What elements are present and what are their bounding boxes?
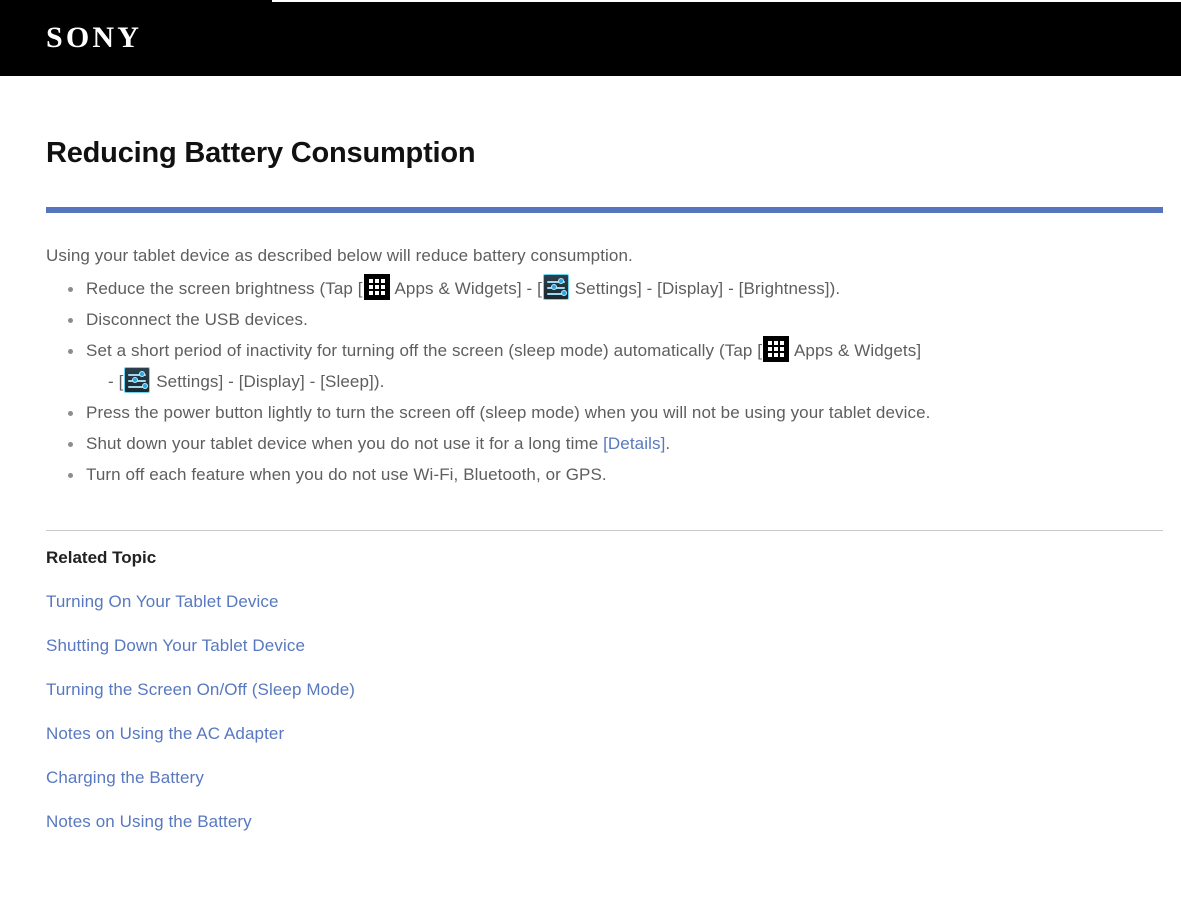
- tip-text: Turn off each feature when you do not us…: [86, 465, 607, 484]
- list-item: Turning On Your Tablet Device: [46, 569, 1135, 613]
- page-content: Reducing Battery Consumption Using your …: [0, 76, 1181, 833]
- site-header: SONY: [0, 0, 1181, 76]
- list-item: Notes on Using the Battery: [46, 789, 1135, 833]
- tip-text: Set a short period of inactivity for tur…: [86, 341, 763, 360]
- tip-text: Apps & Widgets] - [: [390, 279, 542, 298]
- top-hairline: [272, 0, 1181, 2]
- related-link-charging-battery[interactable]: Charging the Battery: [46, 768, 204, 787]
- tip-text: Shut down your tablet device when you do…: [86, 434, 604, 453]
- tip-text: .: [665, 434, 671, 453]
- tip-text: Settings] - [Display] - [Sleep]).: [151, 372, 385, 391]
- tips-list: Reduce the screen brightness (Tap [ Apps…: [46, 273, 1135, 490]
- tip-text-continuation: - [ Settings] - [Display] - [Sleep]).: [86, 366, 1135, 397]
- list-item: Reduce the screen brightness (Tap [ Apps…: [46, 273, 1135, 304]
- list-item: Press the power button lightly to turn t…: [46, 397, 1135, 428]
- list-item: Turning the Screen On/Off (Sleep Mode): [46, 657, 1135, 701]
- tip-text: Disconnect the USB devices.: [86, 310, 308, 329]
- related-topic-heading: Related Topic: [46, 548, 157, 567]
- related-link-ac-adapter[interactable]: Notes on Using the AC Adapter: [46, 724, 284, 743]
- intro-paragraph: Using your tablet device as described be…: [46, 246, 633, 265]
- sony-logo[interactable]: SONY: [46, 22, 142, 54]
- related-link-turning-on[interactable]: Turning On Your Tablet Device: [46, 592, 279, 611]
- settings-sliders-icon[interactable]: [542, 274, 569, 300]
- details-link[interactable]: [Details]: [603, 434, 665, 453]
- related-link-screen-on-off[interactable]: Turning the Screen On/Off (Sleep Mode): [46, 680, 355, 699]
- list-item: Notes on Using the AC Adapter: [46, 701, 1135, 745]
- tip-text: Apps & Widgets]: [790, 341, 922, 360]
- apps-grid-icon[interactable]: [363, 274, 390, 300]
- tip-text: - [: [108, 372, 124, 391]
- list-item: Disconnect the USB devices.: [46, 304, 1135, 335]
- tip-text: Settings] - [Display] - [Brightness]).: [569, 279, 841, 298]
- list-item: Set a short period of inactivity for tur…: [46, 335, 1135, 397]
- tip-text: Reduce the screen brightness (Tap [: [86, 279, 363, 298]
- page-title: Reducing Battery Consumption: [46, 137, 476, 169]
- related-link-notes-battery[interactable]: Notes on Using the Battery: [46, 812, 252, 831]
- list-item: Shutting Down Your Tablet Device: [46, 613, 1135, 657]
- settings-sliders-icon[interactable]: [124, 367, 151, 393]
- list-item: Charging the Battery: [46, 745, 1135, 789]
- list-item: Turn off each feature when you do not us…: [46, 459, 1135, 490]
- related-link-shutting-down[interactable]: Shutting Down Your Tablet Device: [46, 636, 305, 655]
- apps-grid-icon[interactable]: [763, 336, 790, 362]
- list-item: Shut down your tablet device when you do…: [46, 428, 1135, 459]
- related-topic-list: Turning On Your Tablet Device Shutting D…: [46, 569, 1135, 833]
- tip-text: Press the power button lightly to turn t…: [86, 403, 931, 422]
